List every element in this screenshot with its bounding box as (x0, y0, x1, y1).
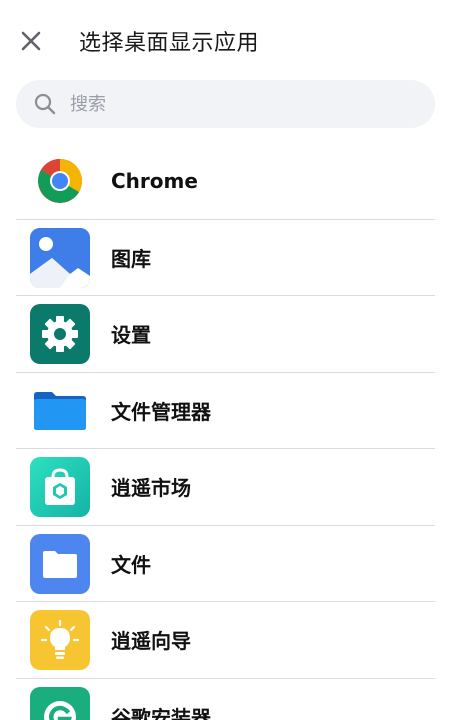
app-label: 设置 (111, 323, 151, 348)
list-item-settings[interactable]: 设置 (16, 296, 435, 373)
app-label: Chrome (111, 168, 198, 193)
search-bar[interactable] (16, 80, 435, 128)
search-icon (34, 93, 56, 115)
app-label: 逍遥市场 (111, 476, 191, 501)
app-label: 谷歌安装器 (111, 706, 211, 720)
list-item-chrome[interactable]: Chrome (16, 143, 435, 220)
app-market-bag-icon (30, 457, 90, 517)
app-label: 图库 (111, 246, 151, 271)
file-manager-folder-icon (30, 381, 90, 441)
close-button[interactable] (16, 26, 46, 56)
list-item-file-manager[interactable]: 文件管理器 (16, 373, 435, 449)
search-input[interactable] (70, 93, 400, 115)
list-item-google-installer[interactable]: 谷歌安装器 (16, 679, 435, 720)
gallery-icon (30, 227, 90, 288)
settings-gear-icon (30, 304, 90, 364)
list-item-files[interactable]: 文件 (16, 526, 435, 602)
list-item-guide[interactable]: 逍遥向导 (16, 602, 435, 679)
google-installer-icon (30, 686, 90, 720)
header: 选择桌面显示应用 (0, 0, 450, 80)
page-title: 选择桌面显示应用 (79, 31, 260, 56)
list-item-app-market[interactable]: 逍遥市场 (16, 449, 435, 526)
app-label: 文件 (111, 552, 151, 577)
guide-lightbulb-icon (30, 610, 90, 670)
app-label: 文件管理器 (111, 399, 211, 424)
app-label: 逍遥向导 (111, 629, 191, 654)
files-folder-icon (30, 533, 90, 594)
chrome-icon (30, 151, 90, 211)
app-list: Chrome 图库 设置 文件管理器 逍遥市场 文件 逍遥向导 谷歌安装器 (16, 143, 435, 720)
close-icon (21, 31, 41, 51)
list-item-gallery[interactable]: 图库 (16, 220, 435, 296)
